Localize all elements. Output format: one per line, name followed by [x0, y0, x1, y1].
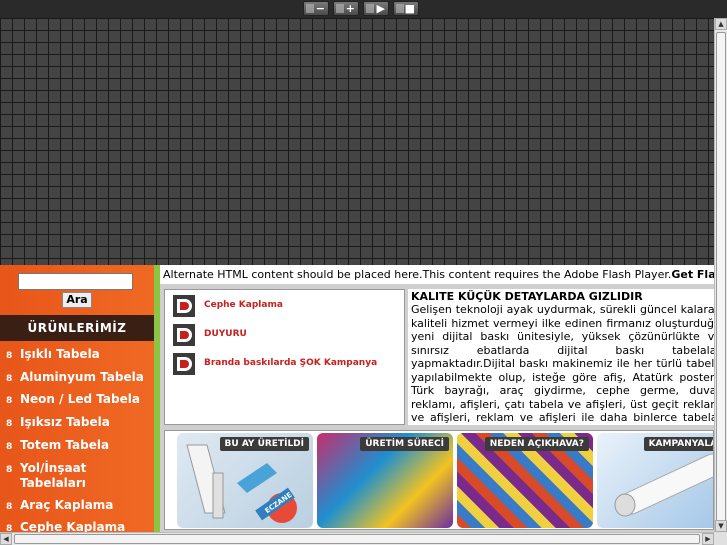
- flash-alternate-text: Alternate HTML content should be placed …: [163, 268, 714, 281]
- category-label: Neon / Led Tabela: [20, 392, 140, 406]
- bullet-icon: 8: [6, 442, 13, 452]
- zoom-in-icon: +: [345, 2, 355, 15]
- zoom-out-button[interactable]: −: [303, 1, 329, 16]
- category-label: Işıklı Tabela: [20, 347, 100, 361]
- play-button[interactable]: ▶: [363, 1, 389, 16]
- news-item-cephe-kaplama[interactable]: Cephe Kaplama: [173, 295, 398, 319]
- play-icon: ▶: [376, 2, 385, 15]
- bullet-icon: 8: [6, 419, 13, 429]
- quality-text-box: KALITE KÜÇÜK DETAYLARDA GIZLIDIR Gelişen…: [408, 289, 714, 425]
- news-item-duyuru[interactable]: DUYURU: [173, 324, 398, 348]
- horizontal-scroll-thumb[interactable]: [14, 534, 700, 544]
- banner-caption: BU AY ÜRETİLDİ: [219, 437, 309, 451]
- category-item-aluminyum-tabela[interactable]: 8 Aluminyum Tabela: [6, 370, 151, 387]
- news-label: Branda baskılarda ŞOK Kampanya: [204, 358, 378, 368]
- news-item-branda-kampanya[interactable]: Branda baskılarda ŞOK Kampanya: [173, 353, 398, 377]
- cursor-icon: [306, 4, 314, 13]
- category-label: Aluminyum Tabela: [20, 370, 144, 384]
- banner-uretim-sureci[interactable]: ÜRETİM SÜRECİ: [317, 433, 453, 528]
- cursor-icon: [366, 4, 374, 13]
- company-logo-icon: [173, 353, 195, 375]
- bullet-icon: 8: [6, 502, 13, 512]
- quality-body: Gelişen teknoloji ayak uydurmak, sürekli…: [411, 303, 714, 425]
- scroll-left-icon[interactable]: ◀: [0, 533, 12, 545]
- category-item-neon-led-tabela[interactable]: 8 Neon / Led Tabela: [6, 392, 151, 409]
- bullet-icon: 8: [6, 374, 13, 384]
- flash-toolbar: − + ▶ ■: [0, 0, 727, 18]
- banner-neden-acikhava[interactable]: NEDEN AÇIKHAVA?: [457, 433, 593, 528]
- news-box: Cephe Kaplama DUYURU Branda baskılarda Ş…: [164, 289, 405, 425]
- category-label: Işıksız Tabela: [20, 415, 110, 429]
- vertical-scrollbar[interactable]: ▲ ▼: [714, 18, 727, 532]
- category-item-isikli-tabela[interactable]: 8 Işıklı Tabela: [6, 347, 151, 364]
- category-label: Yol/İnşaat Tabelaları: [20, 461, 87, 490]
- news-label: Cephe Kaplama: [204, 300, 283, 310]
- company-logo-icon: [173, 324, 195, 346]
- flash-placeholder-grid: [0, 18, 714, 265]
- quality-title: KALITE KÜÇÜK DETAYLARDA GIZLIDIR: [411, 290, 643, 303]
- categories-title: ÜRÜNLERİMİZ: [0, 315, 154, 341]
- category-item-isiksiz-tabela[interactable]: 8 Işıksız Tabela: [6, 415, 151, 432]
- stop-icon: ■: [404, 2, 415, 15]
- search-button[interactable]: Ara: [62, 292, 92, 308]
- news-label: DUYURU: [204, 329, 247, 339]
- bullet-icon: 8: [6, 351, 13, 361]
- stop-button[interactable]: ■: [393, 1, 419, 16]
- cursor-icon: [396, 4, 404, 13]
- banner-strip: ECZANE BU AY ÜRETİLDİ ÜRETİM SÜRECİ NEDE…: [164, 430, 714, 530]
- zoom-out-icon: −: [315, 2, 325, 15]
- flash-message: Alternate HTML content should be placed …: [163, 268, 672, 281]
- sidebar: Ara ÜRÜNLERİMİZ 8 Işıklı Tabela 8 Aluminyu…: [0, 265, 160, 534]
- vertical-scroll-thumb[interactable]: [716, 32, 726, 522]
- category-item-yol-insaat-tabelalari[interactable]: 8 Yol/İnşaat Tabelaları: [6, 461, 151, 491]
- banner-bu-ay-uretildi[interactable]: ECZANE BU AY ÜRETİLDİ: [177, 433, 313, 528]
- zoom-in-button[interactable]: +: [333, 1, 359, 16]
- scroll-right-icon[interactable]: ▶: [702, 533, 714, 545]
- bullet-icon: 8: [6, 396, 13, 406]
- banner-caption: ÜRETİM SÜRECİ: [360, 437, 449, 451]
- search-input[interactable]: [18, 273, 133, 290]
- category-item-totem-tabela[interactable]: 8 Totem Tabela: [6, 438, 151, 455]
- company-logo-icon: [173, 295, 195, 317]
- banner-caption: KAMPANYALAR: [643, 437, 713, 451]
- cursor-icon: [336, 4, 344, 13]
- bullet-icon: 8: [6, 465, 13, 475]
- scrollbar-corner: [714, 532, 727, 545]
- category-label: Totem Tabela: [20, 438, 110, 452]
- scroll-down-icon[interactable]: ▼: [715, 520, 727, 532]
- category-item-arac-kaplama[interactable]: 8 Araç Kaplama: [6, 498, 151, 515]
- banner-caption: NEDEN AÇIKHAVA?: [484, 437, 589, 451]
- get-flash-link[interactable]: Get Flash: [671, 268, 714, 281]
- category-label: Araç Kaplama: [20, 498, 114, 512]
- scroll-up-icon[interactable]: ▲: [715, 18, 727, 30]
- banner-kampanyalar[interactable]: KAMPANYALAR: [597, 433, 713, 528]
- horizontal-scrollbar[interactable]: ◀ ▶: [0, 532, 714, 545]
